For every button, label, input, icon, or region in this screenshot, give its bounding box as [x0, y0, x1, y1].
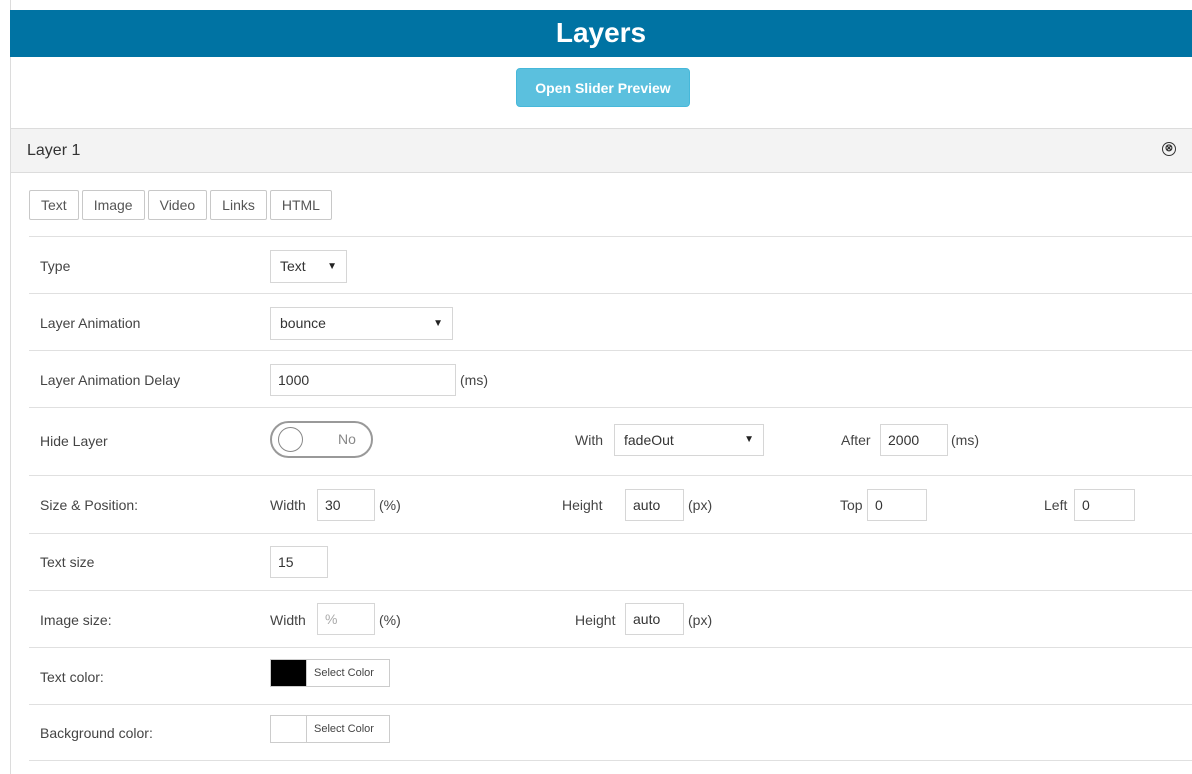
type-label: Type [40, 258, 71, 274]
text-color-label: Text color: [40, 669, 104, 685]
background-color-row: Background color: Select Color [29, 704, 1192, 761]
text-size-row: Text size 15 [29, 533, 1192, 590]
text-color-select-button[interactable]: Select Color [307, 660, 374, 686]
animation-delay-row: Layer Animation Delay 1000 (ms) [29, 350, 1192, 407]
animation-delay-unit: (ms) [460, 372, 488, 388]
animation-delay-label: Layer Animation Delay [40, 372, 181, 388]
image-height-label: Height [575, 612, 616, 628]
size-position-row: Size & Position: Width 30 (%) Height aut… [29, 475, 1192, 533]
animation-delay-input[interactable]: 1000 [270, 364, 456, 396]
width-label: Width [270, 497, 306, 513]
open-slider-preview-button[interactable]: Open Slider Preview [516, 68, 690, 107]
text-size-label: Text size [40, 554, 95, 570]
tab-video[interactable]: Video [147, 190, 208, 220]
page-gutter [0, 0, 10, 774]
width-unit: (%) [379, 497, 401, 513]
layer-animation-select[interactable]: bounce ▼ [270, 307, 453, 340]
size-position-label: Size & Position: [40, 497, 139, 513]
background-color-select-button[interactable]: Select Color [307, 716, 374, 742]
background-color-picker[interactable]: Select Color [270, 715, 390, 743]
tab-image[interactable]: Image [81, 190, 145, 220]
hide-after-unit: (ms) [951, 432, 979, 448]
hide-after-label: After [841, 432, 871, 448]
image-height-unit: (px) [688, 612, 713, 628]
layer-title: Layer 1 [27, 142, 81, 159]
caret-down-icon: ▼ [433, 318, 443, 329]
image-height-input[interactable]: auto [625, 603, 684, 635]
hide-layer-row: Hide Layer No With fadeOut ▼ After 2000 … [29, 407, 1192, 475]
type-row: Type Text ▼ [29, 236, 1192, 293]
layer-animation-label: Layer Animation [40, 315, 141, 331]
text-size-input[interactable]: 15 [270, 546, 328, 578]
tab-links[interactable]: Links [210, 190, 267, 220]
layer-type-tabs: Text Image Video Links HTML [29, 190, 335, 220]
background-color-label: Background color: [40, 725, 153, 741]
layer-animation-value: bounce [280, 315, 326, 331]
image-width-unit: (%) [379, 612, 401, 628]
toggle-knob [278, 427, 303, 452]
tab-text[interactable]: Text [29, 190, 79, 220]
top-label: Top [840, 497, 863, 513]
top-input[interactable]: 0 [867, 489, 927, 521]
image-size-label: Image size: [40, 612, 112, 628]
image-width-input[interactable]: % [317, 603, 375, 635]
page-title-bar: Layers [10, 10, 1192, 57]
height-unit: (px) [688, 497, 713, 513]
tab-html[interactable]: HTML [269, 190, 332, 220]
text-color-swatch [271, 660, 307, 686]
hide-layer-label: Hide Layer [40, 433, 108, 449]
hide-with-label: With [575, 432, 603, 448]
layer-animation-row: Layer Animation bounce ▼ [29, 293, 1192, 350]
width-input[interactable]: 30 [317, 489, 375, 521]
toggle-state: No [338, 431, 356, 447]
image-size-row: Image size: Width % (%) Height auto (px) [29, 590, 1192, 647]
close-icon[interactable]: ⊗ [1162, 142, 1176, 156]
caret-down-icon: ▼ [744, 434, 754, 445]
type-select-value: Text [280, 258, 306, 274]
caret-down-icon: ▼ [327, 261, 337, 272]
height-label: Height [562, 497, 603, 513]
hide-after-input[interactable]: 2000 [880, 424, 948, 456]
left-label: Left [1044, 497, 1068, 513]
height-input[interactable]: auto [625, 489, 684, 521]
hide-animation-select[interactable]: fadeOut ▼ [614, 424, 764, 456]
hide-layer-toggle[interactable]: No [270, 421, 373, 458]
type-select[interactable]: Text ▼ [270, 250, 347, 283]
left-input[interactable]: 0 [1074, 489, 1135, 521]
hide-animation-value: fadeOut [624, 432, 674, 448]
text-color-picker[interactable]: Select Color [270, 659, 390, 687]
page-title: Layers [555, 17, 647, 48]
background-color-swatch [271, 716, 307, 742]
text-color-row: Text color: Select Color [29, 647, 1192, 704]
layer-panel-header[interactable]: Layer 1 ⊗ [11, 128, 1192, 173]
image-width-label: Width [270, 612, 306, 628]
